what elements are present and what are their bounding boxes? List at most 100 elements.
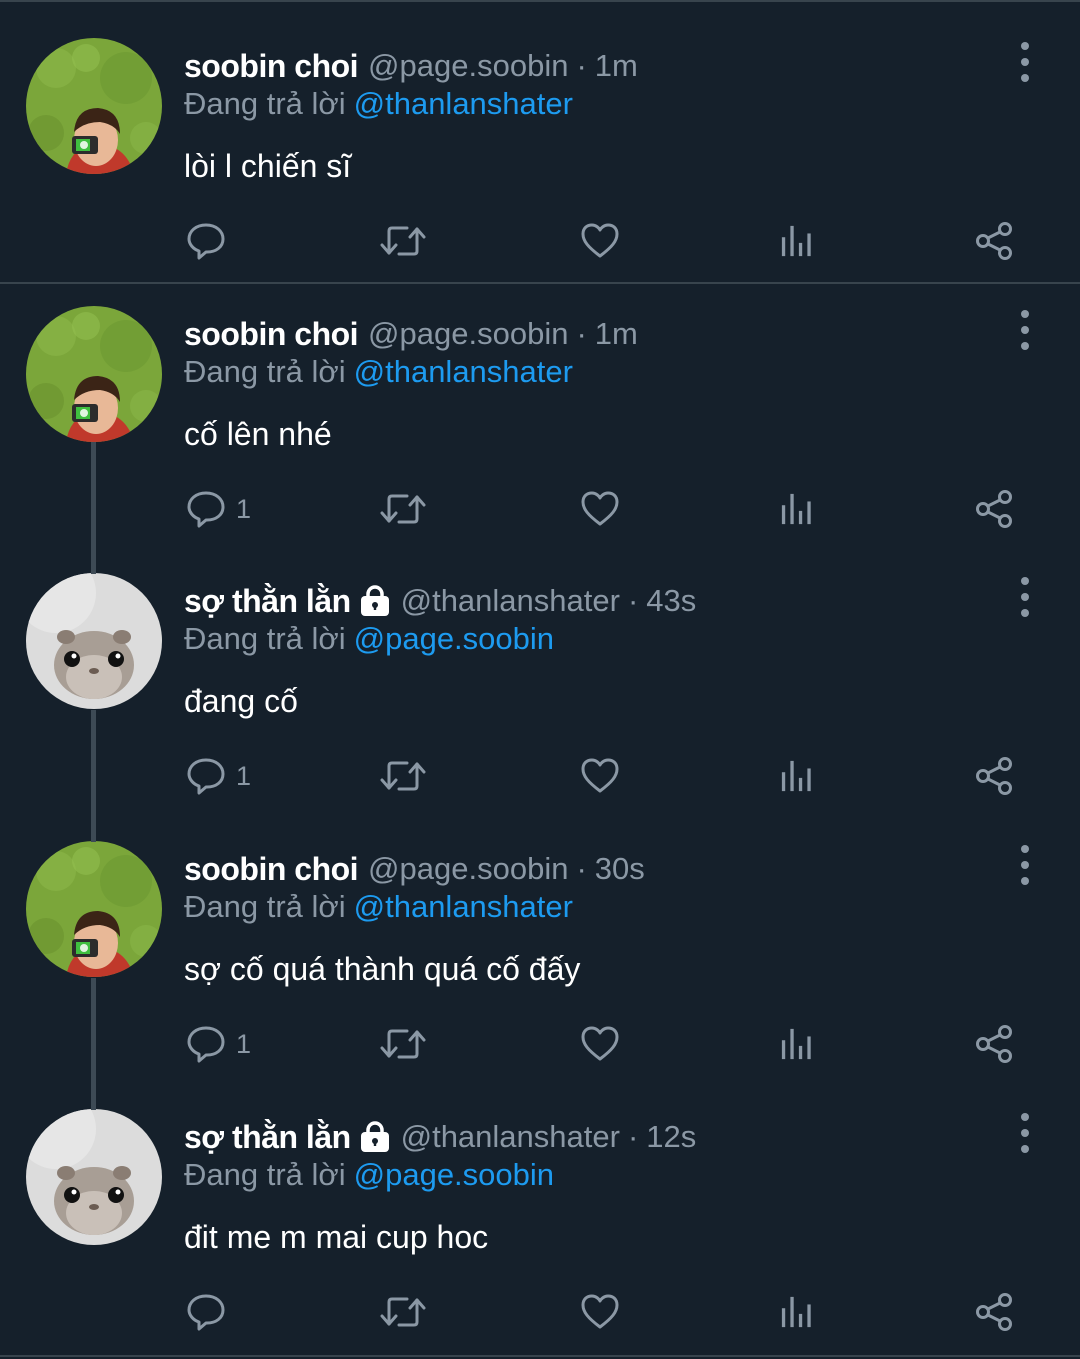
replying-to: Đang trả lời @thanlanshater	[184, 86, 573, 122]
lock-icon	[359, 1121, 391, 1153]
tweet-text: lòi l chiến sĩ	[184, 148, 352, 184]
separator-dot: ·	[627, 1119, 639, 1154]
reply-count: 1	[236, 1028, 252, 1059]
avatar[interactable]	[26, 1109, 162, 1245]
reply-button[interactable]	[186, 1289, 226, 1335]
replying-label: Đang trả lời	[184, 1157, 346, 1192]
retweet-button[interactable]	[379, 218, 427, 264]
avatar[interactable]	[26, 306, 162, 442]
replying-to: Đang trả lời @page.soobin	[184, 1157, 554, 1193]
more-options-icon[interactable]	[1008, 845, 1042, 885]
tweet-header: soobin choi @page.soobin · 1m	[184, 312, 638, 356]
reply-count: 1	[236, 493, 252, 524]
mention-link[interactable]: @thanlanshater	[354, 354, 573, 389]
reply-button[interactable]: 1	[186, 486, 251, 532]
avatar[interactable]	[26, 841, 162, 977]
reply-button[interactable]: 1	[186, 1021, 251, 1067]
reply-button[interactable]: 1	[186, 753, 251, 799]
replying-to: Đang trả lời @thanlanshater	[184, 354, 573, 390]
user-handle[interactable]: @page.soobin	[368, 851, 568, 887]
mention-link[interactable]: @page.soobin	[354, 621, 554, 656]
thread-connector-line	[91, 710, 96, 842]
heart-icon	[580, 221, 620, 261]
avatar[interactable]	[26, 38, 162, 174]
heart-icon	[580, 1024, 620, 1064]
replying-to: Đang trả lời @page.soobin	[184, 621, 554, 657]
retweet-button[interactable]	[379, 753, 427, 799]
reply-button[interactable]	[186, 218, 226, 264]
tweet[interactable]: sợ thằn lằn @thanlanshater · 43s Đang tr…	[0, 535, 1080, 802]
tweet-actions	[0, 218, 1080, 266]
mention-link[interactable]: @thanlanshater	[354, 889, 573, 924]
display-name[interactable]: soobin choi	[184, 316, 359, 353]
reply-icon	[186, 1024, 226, 1064]
reply-icon	[186, 1292, 226, 1332]
reply-icon	[186, 221, 226, 261]
retweet-button[interactable]	[379, 1289, 427, 1335]
share-button[interactable]	[974, 218, 1014, 264]
retweet-button[interactable]	[379, 486, 427, 532]
like-button[interactable]	[580, 753, 620, 799]
display-name[interactable]: soobin choi	[184, 851, 359, 888]
share-button[interactable]	[974, 1021, 1014, 1067]
tweet-header: sợ thằn lằn @thanlanshater · 12s	[184, 1115, 696, 1159]
tweet[interactable]: soobin choi @page.soobin · 30s Đang trả …	[0, 803, 1080, 1070]
separator-dot: ·	[576, 316, 587, 351]
timestamp[interactable]: 30s	[595, 851, 645, 887]
more-options-icon[interactable]	[1008, 42, 1042, 82]
more-options-icon[interactable]	[1008, 310, 1042, 350]
tweet-text: đit me m mai cup hoc	[184, 1219, 489, 1255]
views-button[interactable]	[780, 1021, 814, 1067]
user-handle[interactable]: @page.soobin	[368, 48, 568, 84]
like-button[interactable]	[580, 1289, 620, 1335]
like-button[interactable]	[580, 218, 620, 264]
separator-dot: ·	[576, 48, 587, 83]
share-button[interactable]	[974, 1289, 1014, 1335]
bar-chart-icon	[780, 223, 814, 259]
tweet-header: soobin choi @page.soobin · 1m	[184, 44, 638, 88]
tweet-actions: 1	[0, 753, 1080, 801]
retweet-button[interactable]	[379, 1021, 427, 1067]
mention-link[interactable]: @thanlanshater	[354, 86, 573, 121]
timestamp[interactable]: 1m	[595, 48, 638, 84]
bottom-divider	[0, 1355, 1080, 1357]
user-handle[interactable]: @thanlanshater	[401, 1119, 620, 1155]
more-options-icon[interactable]	[1008, 1113, 1042, 1153]
replying-label: Đang trả lời	[184, 621, 346, 656]
timestamp[interactable]: 12s	[646, 1119, 696, 1155]
views-button[interactable]	[780, 753, 814, 799]
retweet-icon	[379, 221, 427, 261]
like-button[interactable]	[580, 1021, 620, 1067]
section-divider	[0, 282, 1080, 284]
mention-link[interactable]: @page.soobin	[354, 1157, 554, 1192]
display-name[interactable]: sợ thằn lằn	[184, 1119, 351, 1156]
replying-to: Đang trả lời @thanlanshater	[184, 889, 573, 925]
tweet-header: sợ thằn lằn @thanlanshater · 43s	[184, 579, 696, 623]
bar-chart-icon	[780, 491, 814, 527]
views-button[interactable]	[780, 218, 814, 264]
user-handle[interactable]: @thanlanshater	[401, 583, 620, 619]
like-button[interactable]	[580, 486, 620, 532]
tweet[interactable]: sợ thằn lằn @thanlanshater · 12s Đang tr…	[0, 1071, 1080, 1338]
display-name[interactable]: sợ thằn lằn	[184, 583, 351, 620]
share-icon	[974, 1024, 1014, 1064]
tweet-actions	[0, 1289, 1080, 1337]
views-button[interactable]	[780, 1289, 814, 1335]
timestamp[interactable]: 1m	[595, 316, 638, 352]
display-name[interactable]: soobin choi	[184, 48, 359, 85]
avatar[interactable]	[26, 573, 162, 709]
views-button[interactable]	[780, 486, 814, 532]
thread-connector-line	[91, 978, 96, 1110]
share-button[interactable]	[974, 486, 1014, 532]
user-handle[interactable]: @page.soobin	[368, 316, 568, 352]
more-options-icon[interactable]	[1008, 577, 1042, 617]
share-icon	[974, 221, 1014, 261]
tweet[interactable]: soobin choi @page.soobin · 1m Đang trả l…	[0, 0, 1080, 267]
share-button[interactable]	[974, 753, 1014, 799]
tweet-text: sợ cố quá thành quá cố đấy	[184, 951, 581, 987]
timestamp[interactable]: 43s	[646, 583, 696, 619]
reply-icon	[186, 756, 226, 796]
share-icon	[974, 489, 1014, 529]
heart-icon	[580, 489, 620, 529]
tweet[interactable]: soobin choi @page.soobin · 1m Đang trả l…	[0, 268, 1080, 535]
